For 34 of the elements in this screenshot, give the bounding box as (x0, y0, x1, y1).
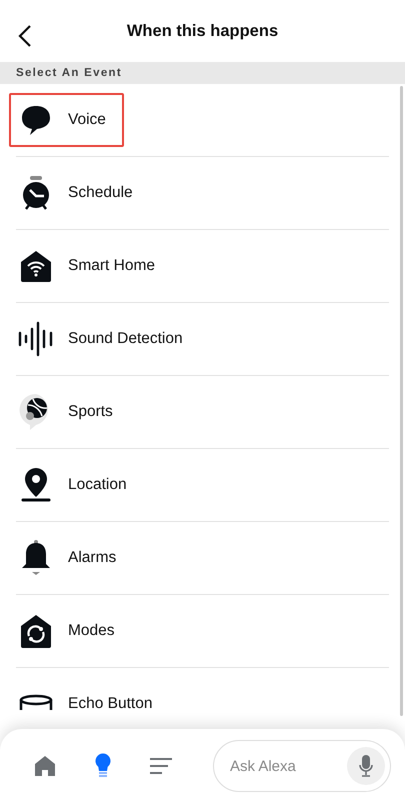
event-label: Sound Detection (68, 330, 183, 348)
event-label: Location (68, 476, 127, 494)
event-label: Voice (68, 111, 106, 129)
event-label: Alarms (68, 549, 116, 567)
bell-icon (20, 539, 52, 577)
event-item[interactable]: Sound Detection (9, 312, 201, 366)
event-item[interactable]: Smart Home (9, 239, 173, 293)
speech-bubble-icon (20, 104, 52, 136)
microphone-button[interactable] (347, 747, 385, 785)
event-label: Schedule (68, 184, 133, 202)
home-icon (33, 754, 57, 778)
lightbulb-icon (94, 753, 112, 779)
event-item[interactable]: Location (9, 458, 145, 512)
event-item[interactable]: Sports (9, 385, 131, 439)
page-title: When this happens (126, 22, 278, 40)
back-icon (18, 24, 32, 48)
section-title: Select An Event (16, 67, 122, 79)
event-label: Modes (68, 622, 115, 640)
ask-alexa-field[interactable]: Ask Alexa (213, 740, 391, 792)
wifi-house-icon (20, 250, 52, 282)
event-label: Echo Button (68, 695, 152, 713)
event-label: Sports (68, 403, 113, 421)
sync-house-icon (20, 614, 52, 648)
event-item[interactable]: Alarms (9, 531, 134, 585)
alarm-clock-icon (20, 175, 52, 211)
event-label: Smart Home (68, 257, 155, 275)
menu-icon (150, 757, 172, 775)
event-item[interactable]: Voice (9, 93, 124, 147)
event-item[interactable]: Modes (9, 604, 133, 658)
microphone-icon (359, 755, 373, 777)
location-pin-icon (20, 467, 52, 503)
event-item[interactable]: Echo Button (9, 677, 170, 731)
sound-wave-icon (18, 321, 54, 357)
event-item[interactable]: Schedule (9, 166, 151, 220)
